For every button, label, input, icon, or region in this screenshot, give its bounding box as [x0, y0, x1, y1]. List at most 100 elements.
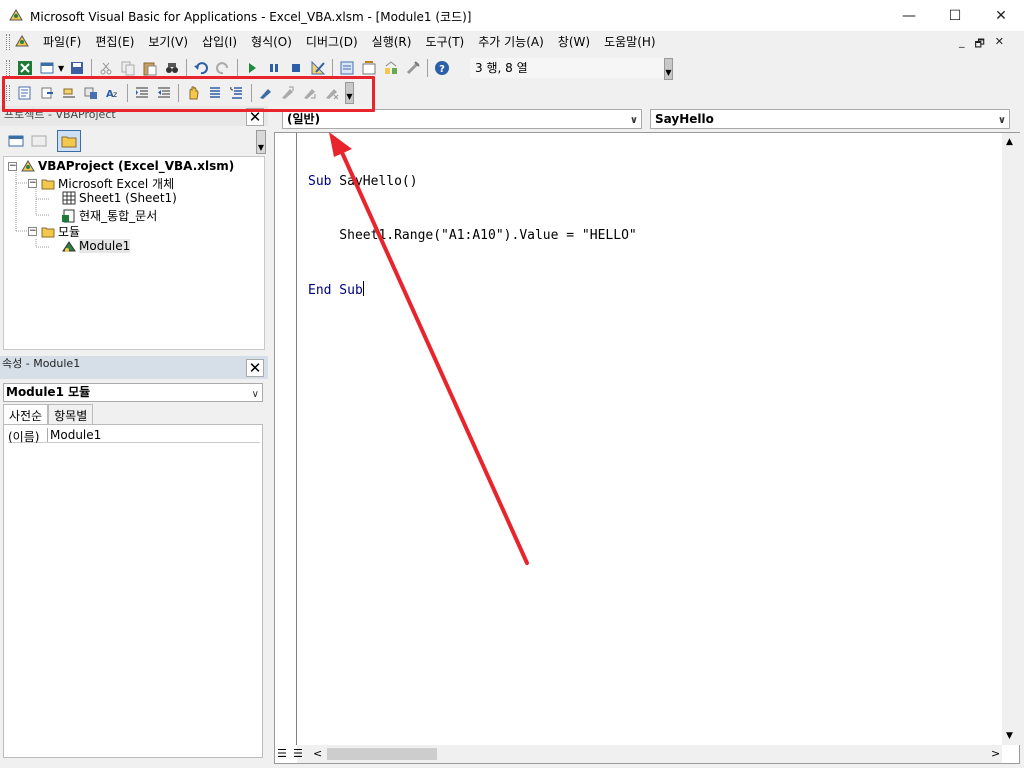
mdi-restore-button[interactable]: 🗗 — [974, 35, 984, 54]
menu-file[interactable]: 파일(F) — [36, 32, 88, 52]
minimize-button[interactable]: — — [886, 0, 932, 31]
menu-debug[interactable]: 디버그(D) — [299, 32, 365, 52]
copy-icon[interactable] — [118, 58, 138, 78]
help-icon[interactable]: ? — [432, 58, 452, 78]
procedure-combo[interactable]: SayHello ∨ — [650, 109, 1010, 129]
title-bar: Microsoft Visual Basic for Applications … — [0, 0, 1024, 31]
menu-run[interactable]: 실행(R) — [365, 32, 419, 52]
view-object-icon[interactable] — [31, 133, 47, 152]
svg-text:?: ? — [439, 64, 445, 75]
tab-alphabetic[interactable]: 사전순 — [3, 404, 49, 424]
text-caret — [362, 281, 364, 296]
worksheet-icon — [62, 191, 76, 205]
menu-format[interactable]: 형식(O) — [244, 32, 299, 52]
code-line-2: Sheet1.Range("A1:A10").Value = "HELLO" — [308, 228, 637, 243]
procedure-view-icon[interactable]: ☰ — [277, 747, 287, 760]
collapse-toggle-icon[interactable]: − — [28, 179, 37, 188]
toolbar-separator — [237, 59, 239, 77]
tree-node-excel-objects[interactable]: − Microsoft Excel 개체 — [28, 175, 174, 192]
procedure-combo-value: SayHello — [655, 112, 714, 126]
code-line-3: End Sub — [308, 281, 364, 298]
mdi-minimize-button[interactable]: _ — [959, 35, 965, 54]
menu-tools[interactable]: 도구(T) — [418, 32, 471, 52]
full-module-view-icon[interactable]: ☰ — [293, 747, 303, 760]
tree-label-root: VBAProject (Excel_VBA.xlsm) — [38, 159, 235, 173]
menu-bar: 파일(F) 편집(E) 보기(V) 삽입(I) 형식(O) 디버그(D) 실행(… — [0, 31, 1024, 53]
menu-view[interactable]: 보기(V) — [141, 32, 195, 52]
tree-label-modules: 모듈 — [58, 225, 81, 239]
excel-view-icon[interactable] — [15, 58, 35, 78]
find-icon[interactable] — [162, 58, 182, 78]
object-browser-icon[interactable] — [381, 58, 401, 78]
vba-editor-window: Microsoft Visual Basic for Applications … — [0, 0, 1024, 768]
mdi-close-button[interactable]: ✕ — [995, 35, 1004, 54]
properties-tabs: 사전순 항목별 — [3, 404, 94, 424]
save-icon[interactable] — [67, 58, 87, 78]
annotation-highlight-box — [2, 76, 375, 112]
code-margin[interactable] — [275, 133, 297, 745]
tree-node-module1[interactable]: Module1 — [62, 239, 131, 253]
properties-title: 속성 - Module1 — [2, 357, 81, 370]
tree-node-modules[interactable]: − 모듈 — [28, 223, 80, 240]
run-icon[interactable] — [242, 58, 262, 78]
properties-object-label: Module1 모듈 — [6, 385, 91, 399]
open-folder-icon — [41, 177, 55, 191]
vba-menu-icon[interactable] — [14, 33, 30, 52]
chevron-down-icon: ∨ — [997, 115, 1006, 126]
menu-help[interactable]: 도움말(H) — [597, 32, 663, 52]
tree-node-workbook[interactable]: 현재_통합_문서 — [62, 207, 157, 224]
scroll-left-icon[interactable]: < — [313, 747, 322, 760]
property-row[interactable]: (이름) Module1 — [8, 428, 260, 444]
tree-node-root[interactable]: − VBAProject (Excel_VBA.xlsm) — [8, 159, 234, 173]
close-button[interactable]: ✕ — [978, 0, 1024, 31]
design-mode-icon[interactable] — [308, 58, 328, 78]
properties-object-select[interactable]: Module1 모듈 ∨ — [3, 383, 263, 402]
scroll-up-icon[interactable]: ▲ — [1006, 137, 1013, 147]
project-explorer-toolbar: ▼ — [0, 127, 268, 155]
break-icon[interactable] — [264, 58, 284, 78]
project-toolbar-scroll[interactable]: ▼ — [256, 130, 266, 154]
cut-icon[interactable] — [96, 58, 116, 78]
menu-edit[interactable]: 편집(E) — [88, 32, 141, 52]
menu-window[interactable]: 창(W) — [551, 32, 597, 52]
properties-close-button[interactable]: ✕ — [246, 359, 264, 377]
collapse-toggle-icon[interactable]: − — [28, 227, 37, 236]
code-editor[interactable]: Sub SayHello() Sheet1.Range("A1:A10").Va… — [308, 137, 637, 336]
scroll-down-icon[interactable]: ▼ — [1006, 731, 1013, 741]
paste-icon[interactable] — [140, 58, 160, 78]
toolbox-icon[interactable] — [403, 58, 423, 78]
cursor-position: 3 행, 8 열 — [470, 58, 670, 78]
folder-icon — [61, 136, 77, 148]
insert-userform-icon[interactable] — [37, 58, 57, 78]
maximize-button[interactable]: ☐ — [932, 0, 978, 31]
project-tree: − VBAProject (Excel_VBA.xlsm) − Microsof… — [3, 156, 265, 350]
menu-insert[interactable]: 삽입(I) — [195, 32, 244, 52]
properties-window-icon[interactable] — [359, 58, 379, 78]
mdi-controls: _ 🗗 ✕ — [959, 35, 1004, 54]
menubar-grip[interactable] — [6, 34, 10, 50]
property-value[interactable]: Module1 — [48, 428, 101, 442]
horizontal-scrollbar[interactable]: ☰ ☰ < > — [277, 745, 1002, 763]
vertical-scrollbar[interactable]: ▲ ▼ — [1002, 133, 1020, 745]
properties-header: 속성 - Module1 — [0, 356, 268, 379]
undo-icon[interactable] — [191, 58, 211, 78]
scroll-right-icon[interactable]: > — [991, 747, 1000, 760]
horizontal-scroll-thumb[interactable] — [327, 748, 437, 760]
collapse-toggle-icon[interactable]: − — [8, 161, 17, 171]
dropdown-arrow-icon[interactable]: ▼ — [58, 64, 64, 73]
toolbar-separator — [427, 59, 429, 77]
tree-node-sheet1[interactable]: Sheet1 (Sheet1) — [62, 191, 177, 205]
redo-icon[interactable] — [213, 58, 233, 78]
project-explorer-icon[interactable] — [337, 58, 357, 78]
reset-icon[interactable] — [286, 58, 306, 78]
toolbar-options-button[interactable]: ▼ — [664, 58, 673, 80]
toggle-folders-button[interactable] — [57, 130, 81, 152]
vba-app-icon[interactable] — [8, 7, 24, 26]
menu-addins[interactable]: 추가 기능(A) — [471, 32, 551, 52]
object-combo[interactable]: (일반) ∨ — [282, 109, 642, 129]
tree-label-sheet1: Sheet1 (Sheet1) — [79, 191, 177, 205]
view-code-icon[interactable] — [8, 133, 24, 152]
toolbar-grip[interactable] — [6, 60, 10, 76]
toolbar-separator — [332, 59, 334, 77]
tab-categorized[interactable]: 항목별 — [48, 404, 94, 424]
